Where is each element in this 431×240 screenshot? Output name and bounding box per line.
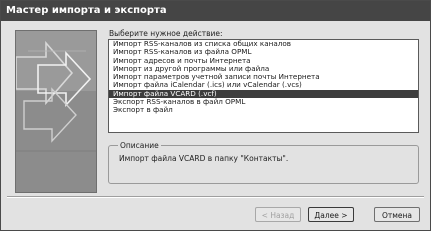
separator [7, 196, 424, 198]
action-prompt: Выберите нужное действие: [109, 29, 223, 38]
wizard-graphic [15, 30, 97, 193]
wizard-arrows-illustration [16, 31, 96, 192]
back-button[interactable]: < Назад [255, 207, 301, 222]
cancel-button[interactable]: Отмена [374, 207, 420, 222]
description-text: Импорт файла VCARD в папку "Контакты". [119, 154, 289, 163]
list-item-export-to-file[interactable]: Экспорт в файл [109, 106, 418, 115]
description-group: Описание Импорт файла VCARD в папку "Кон… [108, 141, 419, 184]
action-list[interactable]: Импорт RSS-каналов из списка общих канал… [108, 39, 419, 133]
window-title: Мастер импорта и экспорта [6, 5, 167, 16]
next-button[interactable]: Далее > [308, 207, 354, 222]
import-export-wizard-window: Мастер импорта и экспорта Выберите нужно… [0, 0, 431, 231]
description-label: Описание [118, 141, 161, 150]
title-bar[interactable]: Мастер импорта и экспорта [1, 1, 430, 21]
